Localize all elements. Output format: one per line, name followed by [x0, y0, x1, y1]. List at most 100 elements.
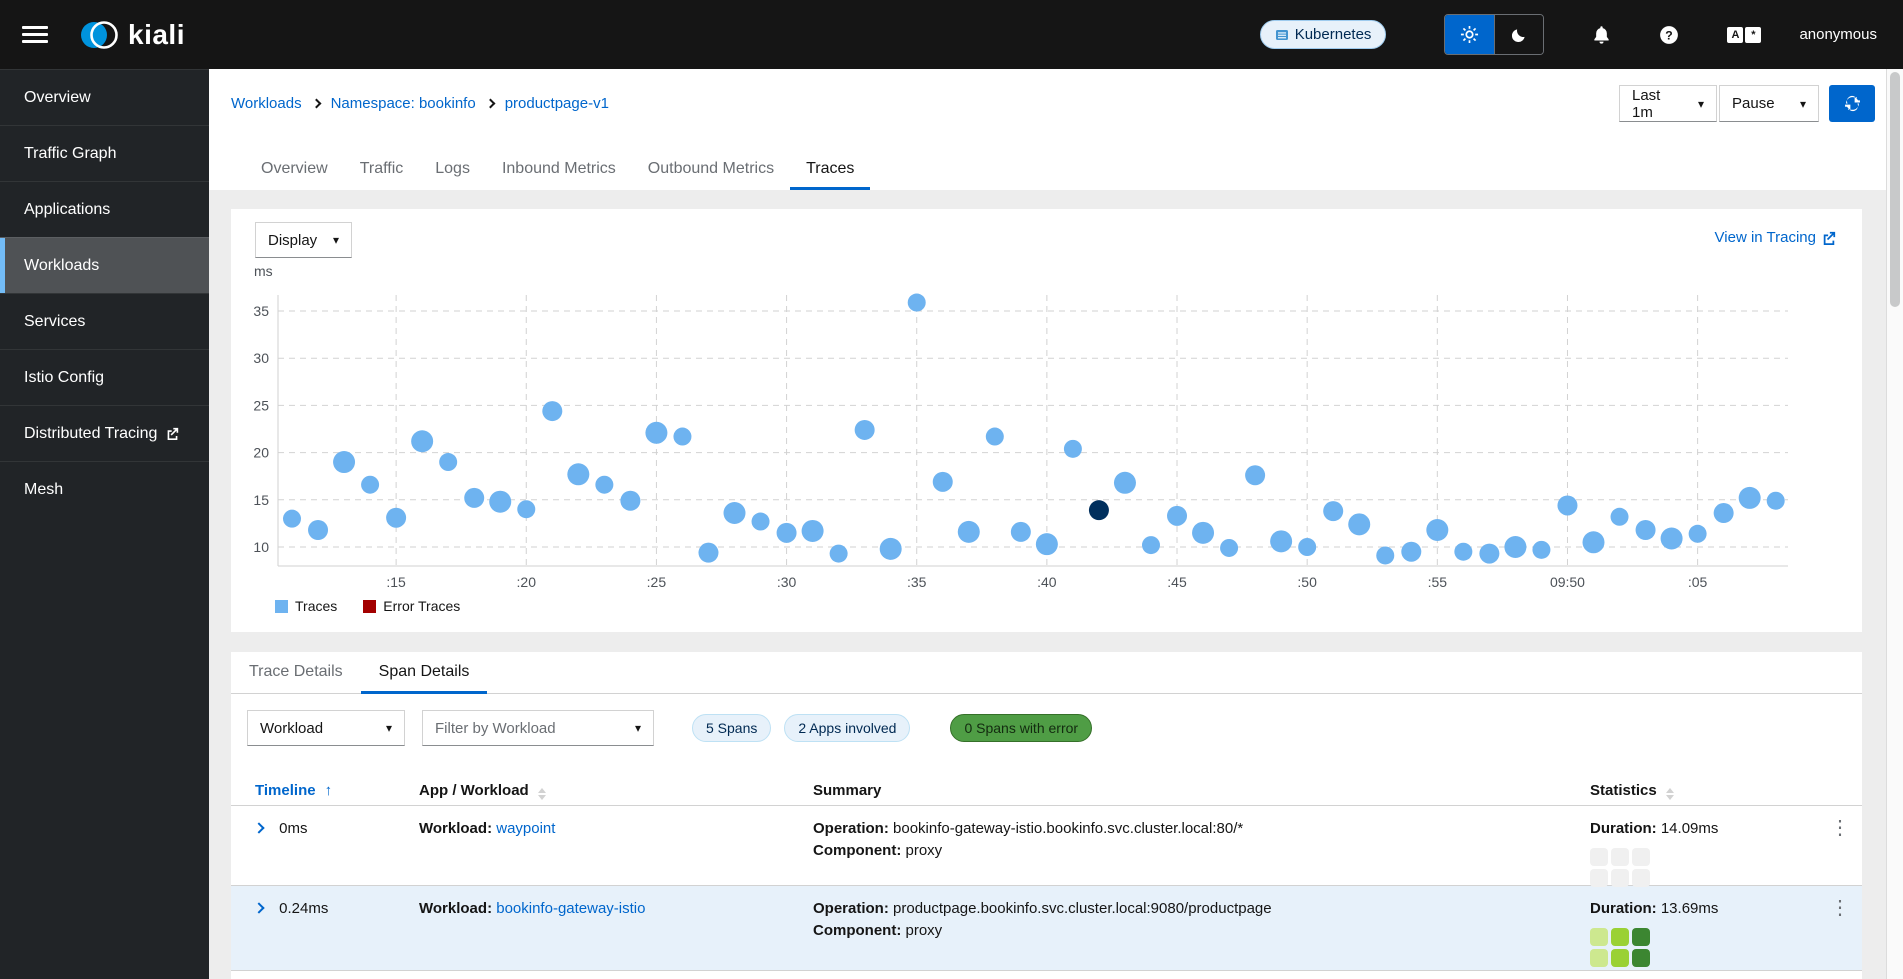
trace-point[interactable] — [1504, 536, 1526, 558]
trace-point[interactable] — [986, 428, 1004, 446]
details-tab-trace-details[interactable]: Trace Details — [231, 652, 361, 694]
trace-point[interactable] — [673, 428, 691, 446]
trace-point[interactable] — [1192, 522, 1214, 544]
trace-point[interactable] — [1036, 533, 1058, 555]
trace-point[interactable] — [1270, 530, 1292, 552]
page-scrollbar[interactable] — [1886, 69, 1903, 979]
trace-point[interactable] — [1454, 543, 1472, 561]
trace-point[interactable] — [1376, 546, 1394, 564]
column-header-timeline[interactable]: Timeline↑ — [255, 775, 419, 805]
trace-point[interactable] — [1611, 508, 1629, 526]
trace-point[interactable] — [1714, 503, 1734, 523]
trace-point[interactable] — [567, 463, 589, 485]
display-dropdown[interactable]: Display ▾ — [255, 222, 352, 258]
sidebar-item-distributed-tracing[interactable]: Distributed Tracing — [0, 405, 209, 461]
trace-point[interactable] — [698, 543, 718, 563]
tab-overview[interactable]: Overview — [245, 152, 344, 190]
dark-theme-button[interactable] — [1494, 15, 1543, 54]
trace-point[interactable] — [830, 545, 848, 563]
refresh-button[interactable] — [1829, 85, 1875, 122]
expand-chevron-icon[interactable] — [253, 822, 264, 833]
trace-point[interactable] — [1348, 513, 1370, 535]
trace-point[interactable] — [1167, 506, 1187, 526]
trace-point[interactable] — [724, 502, 746, 524]
tab-logs[interactable]: Logs — [419, 152, 486, 190]
time-range-select[interactable]: Last 1m ▾ — [1619, 85, 1717, 122]
view-in-tracing-link[interactable]: View in Tracing — [1715, 229, 1836, 246]
notifications-button[interactable] — [1592, 25, 1611, 44]
trace-point[interactable] — [1636, 520, 1656, 540]
row-actions-kebab-icon[interactable]: ⋮ — [1830, 897, 1850, 919]
sidebar-item-traffic-graph[interactable]: Traffic Graph — [0, 125, 209, 181]
row-actions-kebab-icon[interactable]: ⋮ — [1830, 817, 1850, 839]
breadcrumb-namespace[interactable]: Namespace: bookinfo — [331, 95, 476, 112]
trace-point[interactable] — [1245, 465, 1265, 485]
filter-type-select[interactable]: Workload ▾ — [247, 710, 405, 746]
tab-inbound-metrics[interactable]: Inbound Metrics — [486, 152, 632, 190]
trace-point[interactable] — [645, 422, 667, 444]
trace-point[interactable] — [1557, 495, 1577, 515]
trace-point[interactable] — [1011, 522, 1031, 542]
trace-point[interactable] — [1064, 440, 1082, 458]
expand-chevron-icon[interactable] — [253, 902, 264, 913]
trace-point-selected[interactable] — [1089, 500, 1109, 520]
trace-point[interactable] — [1583, 531, 1605, 553]
trace-point[interactable] — [1532, 541, 1550, 559]
trace-point[interactable] — [1426, 519, 1448, 541]
trace-point[interactable] — [1401, 542, 1421, 562]
tab-outbound-metrics[interactable]: Outbound Metrics — [632, 152, 790, 190]
trace-point[interactable] — [958, 521, 980, 543]
trace-point[interactable] — [439, 453, 457, 471]
trace-point[interactable] — [1323, 501, 1343, 521]
trace-point[interactable] — [1220, 539, 1238, 557]
refresh-interval-select[interactable]: Pause ▾ — [1719, 85, 1819, 122]
sidebar-item-applications[interactable]: Applications — [0, 181, 209, 237]
sidebar-item-istio-config[interactable]: Istio Config — [0, 349, 209, 405]
trace-point[interactable] — [333, 451, 355, 473]
trace-point[interactable] — [283, 510, 301, 528]
tab-traffic[interactable]: Traffic — [344, 152, 420, 190]
trace-point[interactable] — [908, 294, 926, 312]
trace-point[interactable] — [802, 520, 824, 542]
light-theme-button[interactable] — [1445, 15, 1494, 54]
trace-point[interactable] — [489, 491, 511, 513]
trace-point[interactable] — [1114, 472, 1136, 494]
trace-point[interactable] — [855, 420, 875, 440]
sidebar-item-mesh[interactable]: Mesh — [0, 461, 209, 517]
details-tab-span-details[interactable]: Span Details — [361, 652, 488, 694]
trace-point[interactable] — [880, 538, 902, 560]
scrollbar-thumb[interactable] — [1890, 72, 1900, 307]
hamburger-menu-icon[interactable] — [22, 22, 48, 47]
trace-point[interactable] — [777, 523, 797, 543]
sidebar-item-services[interactable]: Services — [0, 293, 209, 349]
trace-point[interactable] — [933, 472, 953, 492]
trace-point[interactable] — [1298, 538, 1316, 556]
breadcrumb-workload-name[interactable]: productpage-v1 — [505, 95, 609, 112]
sidebar-item-workloads[interactable]: Workloads — [0, 237, 209, 293]
span-row[interactable]: 0ms Workload: waypoint Operation: bookin… — [231, 806, 1862, 886]
column-header-app-workload[interactable]: App / Workload — [419, 775, 813, 805]
cluster-badge[interactable]: Kubernetes — [1260, 20, 1387, 49]
workload-link[interactable]: waypoint — [496, 820, 555, 837]
trace-point[interactable] — [1661, 528, 1683, 550]
trace-point[interactable] — [1739, 487, 1761, 509]
trace-point[interactable] — [1689, 525, 1707, 543]
trace-point[interactable] — [595, 476, 613, 494]
trace-point[interactable] — [308, 520, 328, 540]
language-button[interactable]: A * — [1727, 27, 1761, 43]
trace-point[interactable] — [386, 508, 406, 528]
trace-point[interactable] — [1767, 492, 1785, 510]
tab-traces[interactable]: Traces — [790, 152, 870, 190]
trace-point[interactable] — [620, 491, 640, 511]
workload-link[interactable]: bookinfo-gateway-istio — [496, 900, 645, 917]
span-row-selected[interactable]: 0.24ms Workload: bookinfo-gateway-istio … — [231, 886, 1862, 971]
column-header-statistics[interactable]: Statistics — [1590, 775, 1830, 805]
sidebar-item-overview[interactable]: Overview — [0, 69, 209, 125]
trace-point[interactable] — [542, 401, 562, 421]
filter-by-workload-select[interactable]: Filter by Workload ▾ — [422, 710, 654, 746]
trace-point[interactable] — [752, 513, 770, 531]
help-button[interactable]: ? — [1659, 25, 1679, 45]
trace-point[interactable] — [1142, 536, 1160, 554]
trace-point[interactable] — [411, 430, 433, 452]
trace-point[interactable] — [1479, 544, 1499, 564]
